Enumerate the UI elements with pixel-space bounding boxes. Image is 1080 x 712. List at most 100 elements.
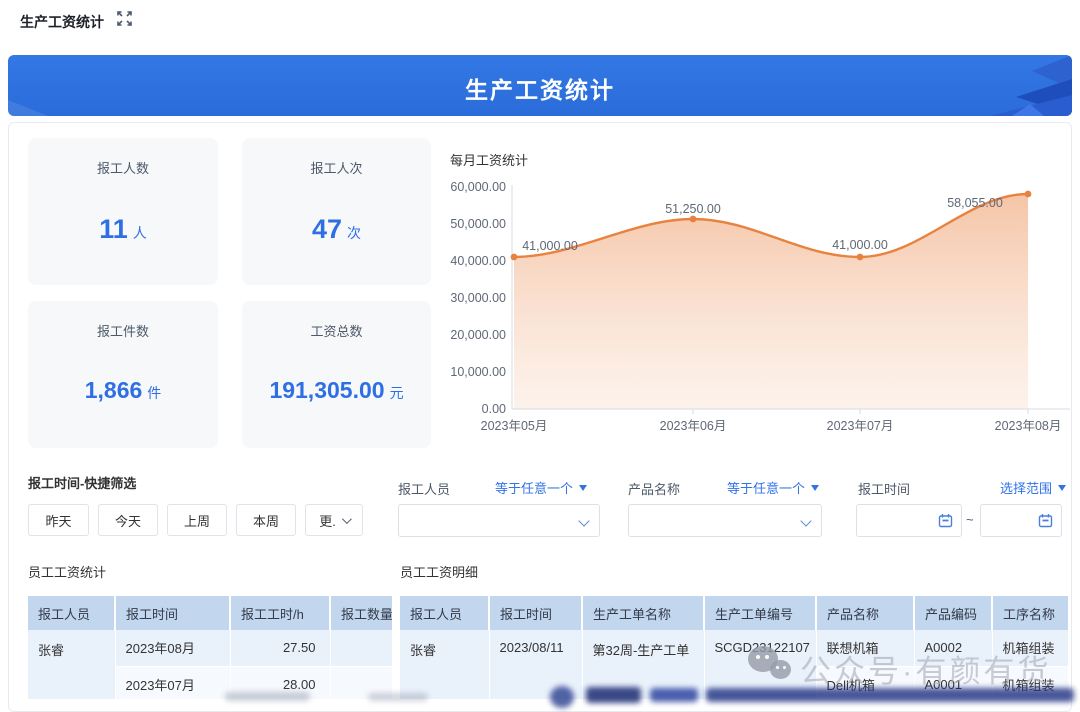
table-row: 张睿 2023年08月 27.50	[28, 630, 392, 666]
y-tick: 40,000.00	[450, 254, 506, 268]
cell-product: 联想机箱	[816, 630, 914, 666]
calendar-icon	[938, 513, 953, 528]
column-header: 生产工单编号	[704, 596, 816, 630]
expand-icon	[116, 10, 133, 27]
button-label: 昨天	[45, 511, 71, 530]
left-table-title: 员工工资统计	[28, 562, 106, 581]
filter-label-worker: 报工人员	[398, 479, 450, 498]
banner-decoration-left	[8, 98, 48, 116]
filter-label-product: 产品名称	[628, 479, 680, 498]
stat-unit: 次	[347, 225, 361, 241]
cell-month: 2023年08月	[115, 630, 230, 666]
chevron-down-icon	[800, 515, 811, 526]
stat-label: 工资总数	[242, 321, 431, 340]
column-header: 报工人员	[28, 596, 115, 630]
point-label: 51,250.00	[665, 202, 721, 216]
quick-filter-last-week[interactable]: 上周	[167, 504, 227, 536]
cell-worker: 张睿	[28, 630, 115, 699]
stat-value: 1,866件	[28, 377, 218, 404]
worker-select[interactable]	[398, 504, 600, 537]
column-header: 报工时间	[115, 596, 230, 630]
table-row: 张睿 2023/08/11 第32周-生产工单 SCGD23122107 联想机…	[400, 630, 1068, 666]
stat-unit: 人	[133, 225, 147, 241]
filter-operator-time[interactable]: 选择范围	[1000, 478, 1066, 497]
banner: 生产工资统计	[8, 55, 1072, 116]
right-table-title: 员工工资明细	[400, 562, 478, 581]
x-tick: 2023年08月	[995, 419, 1062, 433]
column-header: 报工时间	[489, 596, 582, 630]
table-header-row: 报工人员 报工时间 报工工时/h 报工数量	[28, 596, 392, 630]
data-point	[690, 216, 697, 223]
banner-decoration	[932, 55, 1072, 116]
calendar-icon	[1038, 513, 1053, 528]
column-header: 产品编码	[914, 596, 992, 630]
stat-number: 191,305.00	[269, 377, 384, 403]
caret-down-icon	[579, 485, 587, 491]
x-tick: 2023年06月	[660, 419, 727, 433]
y-tick: 20,000.00	[450, 328, 506, 342]
y-tick: 30,000.00	[450, 291, 506, 305]
date-end-wrap	[980, 504, 1062, 537]
chevron-down-icon	[342, 514, 352, 524]
column-header: 生产工单名称	[582, 596, 704, 630]
filter-operator-product[interactable]: 等于任意一个	[727, 478, 819, 497]
point-label: 41,000.00	[522, 239, 578, 253]
column-header: 产品名称	[816, 596, 914, 630]
cell-qty	[330, 630, 392, 666]
stat-unit: 元	[390, 385, 404, 401]
caret-down-icon	[1058, 485, 1066, 491]
stat-value: 11 人	[28, 214, 218, 245]
point-label: 58,055.00	[947, 196, 1003, 210]
y-tick: 60,000.00	[450, 180, 506, 194]
stat-label: 报工人数	[28, 158, 218, 177]
operator-label: 等于任意一个	[495, 478, 573, 497]
product-select[interactable]	[628, 504, 822, 537]
column-header: 报工人员	[400, 596, 489, 630]
cell-hours: 27.50	[230, 630, 330, 666]
operator-label: 选择范围	[1000, 478, 1052, 497]
data-point	[511, 254, 518, 261]
stat-unit: 件	[147, 385, 161, 401]
monthly-wage-chart: 60,000.00 50,000.00 40,000.00 30,000.00 …	[450, 168, 1072, 440]
filter-operator-worker[interactable]: 等于任意一个	[495, 478, 587, 497]
quick-filter-title: 报工时间-快捷筛选	[28, 473, 136, 492]
table-header-row: 报工人员 报工时间 生产工单名称 生产工单编号 产品名称 产品编码 工序名称	[400, 596, 1068, 630]
stat-card-workers: 报工人数 11 人	[28, 138, 218, 285]
quick-filter-yesterday[interactable]: 昨天	[28, 504, 89, 536]
employee-wage-summary-table: 报工人员 报工时间 报工工时/h 报工数量 张睿 2023年08月 27.50 …	[28, 596, 392, 699]
chevron-down-icon	[578, 515, 589, 526]
fullscreen-button[interactable]	[116, 10, 136, 30]
stat-value: 191,305.00 元	[242, 377, 431, 404]
cell-worker: 张睿	[400, 630, 489, 699]
x-tick: 2023年07月	[827, 419, 894, 433]
cell-month: 2023年07月	[115, 666, 230, 699]
point-label: 41,000.00	[832, 238, 888, 252]
quick-filter-this-week[interactable]: 本周	[236, 504, 296, 536]
stat-number: 47	[312, 214, 342, 244]
button-label: 本周	[253, 511, 279, 530]
quick-filter-today[interactable]: 今天	[98, 504, 158, 536]
button-label: 今天	[115, 511, 141, 530]
y-tick: 50,000.00	[450, 217, 506, 231]
employee-wage-detail-table: 报工人员 报工时间 生产工单名称 生产工单编号 产品名称 产品编码 工序名称 张…	[400, 596, 1068, 699]
y-tick: 10,000.00	[450, 365, 506, 379]
chart-title: 每月工资统计	[450, 150, 528, 169]
x-tick: 2023年05月	[481, 419, 548, 433]
stat-number: 11	[99, 214, 128, 244]
date-range-separator: ~	[966, 512, 974, 527]
y-tick: 0.00	[482, 402, 506, 416]
quick-filter-more[interactable]: 更.	[305, 504, 363, 536]
stat-card-times: 报工人次 47 次	[242, 138, 431, 285]
stat-label: 报工人次	[242, 158, 431, 177]
cell-process: 机箱组装	[992, 630, 1068, 666]
stat-label: 报工件数	[28, 321, 218, 340]
stat-number: 1,866	[85, 377, 143, 403]
caret-down-icon	[811, 485, 819, 491]
button-label: 更.	[319, 511, 336, 530]
cell-product-code: A0002	[914, 630, 992, 666]
stat-value: 47 次	[242, 214, 431, 245]
data-point	[857, 254, 864, 261]
stat-card-total-wage: 工资总数 191,305.00 元	[242, 301, 431, 448]
top-bar: 生产工资统计	[0, 0, 1080, 42]
column-header: 报工工时/h	[230, 596, 330, 630]
